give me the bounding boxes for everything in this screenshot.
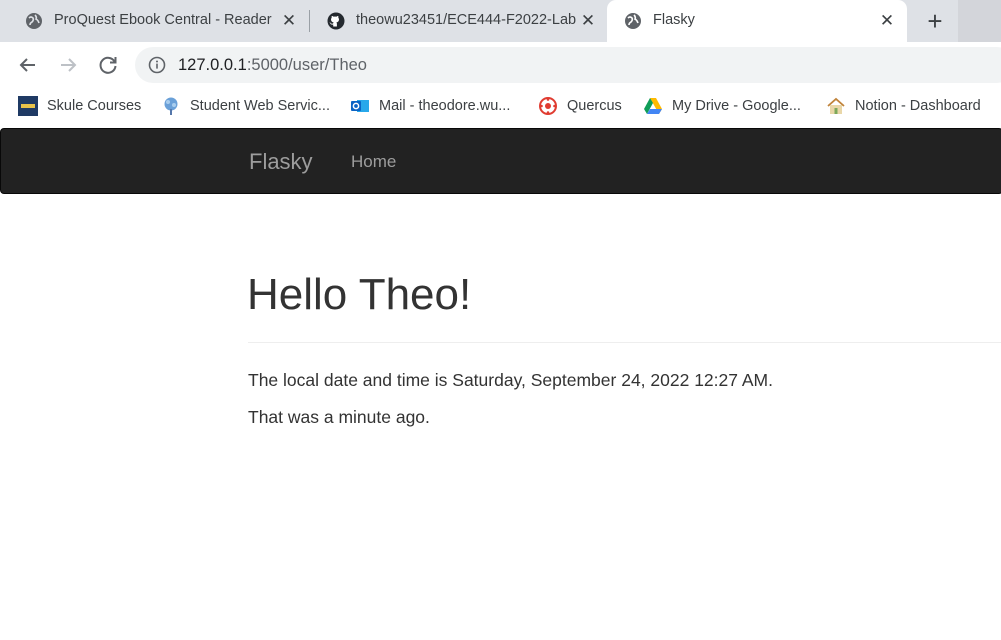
bookmark-label: My Drive - Google... bbox=[672, 98, 801, 114]
tabstrip-fill bbox=[958, 0, 1001, 42]
tree-icon bbox=[164, 97, 178, 115]
bookmark-label: Skule Courses bbox=[47, 98, 142, 114]
address-bar[interactable]: 127.0.0.1:5000/user/Theo bbox=[135, 47, 1001, 83]
forward-arrow-icon[interactable] bbox=[56, 53, 80, 77]
bookmark-label: Mail - theodore.wu... bbox=[379, 98, 511, 114]
bookmark-label: Student Web Servic... bbox=[190, 98, 330, 114]
tab-flasky[interactable]: Flasky ✕ bbox=[607, 0, 907, 42]
tab-proquest[interactable]: ProQuest Ebook Central - Reader ✕ bbox=[8, 0, 308, 42]
close-icon[interactable]: ✕ bbox=[878, 12, 896, 30]
bookmark-skule-courses[interactable]: Skule Courses bbox=[18, 95, 141, 117]
bookmark-label: Notion - Dashboard bbox=[855, 98, 981, 114]
bookmark-student-web-services[interactable]: Student Web Servic... bbox=[161, 95, 330, 117]
info-icon[interactable] bbox=[148, 56, 166, 74]
close-icon[interactable]: ✕ bbox=[579, 12, 597, 30]
tab-title: Flasky bbox=[653, 12, 695, 28]
tab-title: theowu23451/ECE444-F2022-Lab bbox=[356, 12, 577, 28]
outlook-icon bbox=[351, 100, 369, 112]
github-icon bbox=[327, 12, 345, 30]
navbar-brand[interactable]: Flasky bbox=[249, 149, 313, 175]
google-drive-icon bbox=[644, 98, 662, 114]
app-navbar: Flasky Home bbox=[0, 128, 1001, 194]
bookmark-notion[interactable]: Notion - Dashboard bbox=[826, 95, 981, 117]
new-tab-button[interactable]: + bbox=[922, 8, 948, 35]
divider bbox=[248, 342, 1001, 343]
relative-time-text: That was a minute ago. bbox=[248, 407, 430, 427]
house-icon bbox=[827, 97, 845, 114]
bookmark-my-drive[interactable]: My Drive - Google... bbox=[643, 95, 801, 117]
globe-icon bbox=[26, 13, 42, 29]
tab-github[interactable]: theowu23451/ECE444-F2022-Lab ✕ bbox=[310, 0, 608, 42]
bookmark-label: Quercus bbox=[567, 98, 622, 114]
quercus-icon bbox=[539, 97, 557, 115]
back-arrow-icon[interactable] bbox=[16, 53, 40, 77]
url-host: 127.0.0.1 bbox=[178, 56, 247, 74]
browser-toolbar: 127.0.0.1:5000/user/Theo bbox=[0, 42, 1001, 88]
nav-link-home[interactable]: Home bbox=[351, 152, 396, 172]
globe-icon bbox=[625, 13, 641, 29]
bookmarks-bar: Skule Courses Student Web Servic... Mail… bbox=[0, 88, 1001, 124]
bookmark-mail[interactable]: Mail - theodore.wu... bbox=[350, 95, 510, 117]
tab-title: ProQuest Ebook Central - Reader bbox=[54, 12, 272, 28]
skule-icon bbox=[18, 96, 38, 116]
page-heading: Hello Theo! bbox=[247, 270, 472, 319]
url-text[interactable]: 127.0.0.1:5000/user/Theo bbox=[178, 56, 367, 75]
close-icon[interactable]: ✕ bbox=[280, 12, 298, 30]
tab-strip: ProQuest Ebook Central - Reader ✕ theowu… bbox=[0, 0, 1001, 42]
local-datetime-text: The local date and time is Saturday, Sep… bbox=[248, 370, 773, 390]
bookmark-quercus[interactable]: Quercus bbox=[538, 95, 622, 117]
reload-icon[interactable] bbox=[96, 53, 120, 77]
url-path: :5000/user/Theo bbox=[246, 56, 367, 74]
